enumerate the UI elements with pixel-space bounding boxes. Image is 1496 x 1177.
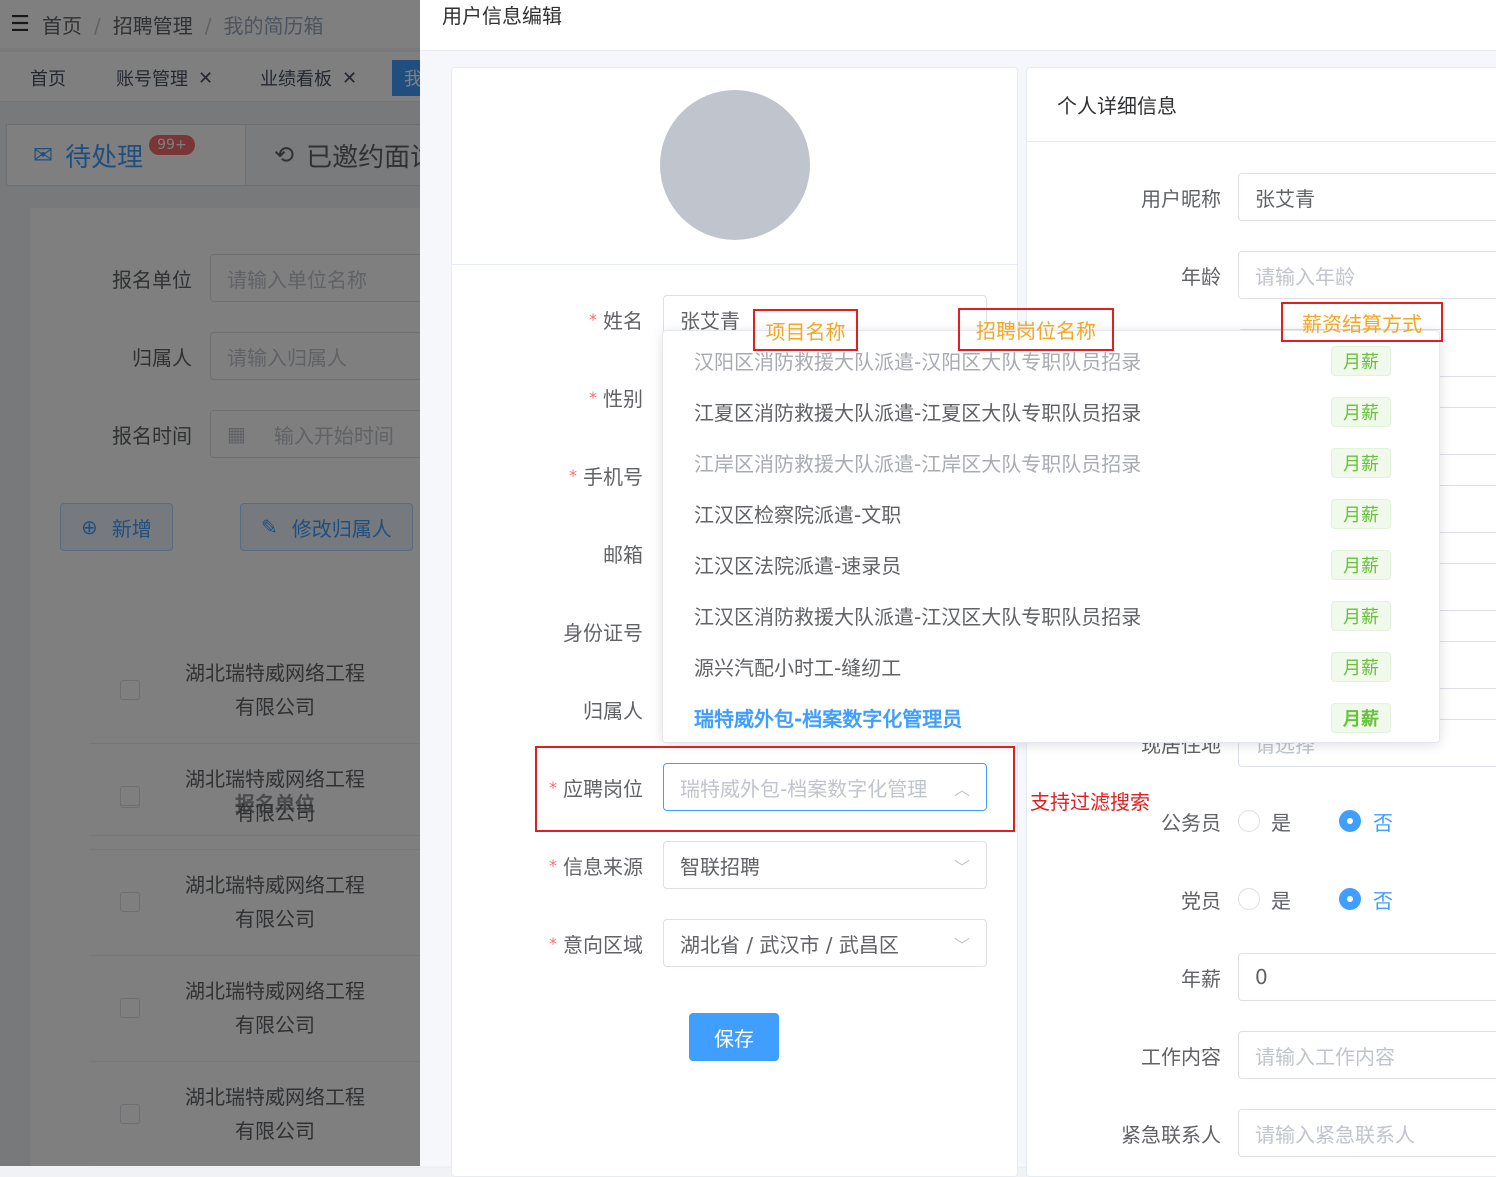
civil-yes-radio[interactable] xyxy=(1238,810,1260,832)
save-button[interactable]: 保存 xyxy=(689,1013,779,1061)
region-row: * 意向区域 湖北省 / 武汉市 / 武昌区 ﹀ xyxy=(452,919,1017,967)
divider xyxy=(1027,141,1496,142)
nickname-row: 用户昵称 张艾青 xyxy=(1027,173,1496,221)
party-member-row: 党员 是 否 xyxy=(1181,888,1393,913)
party-yes-radio[interactable] xyxy=(1238,888,1260,910)
salary-tag: 月薪 xyxy=(1331,499,1391,529)
dropdown-option[interactable]: 江岸区消防救援大队派遣-江岸区大队专职队员招录 月薪 xyxy=(663,437,1439,488)
salary-tag: 月薪 xyxy=(1331,448,1391,478)
salary-tag: 月薪 xyxy=(1331,703,1391,733)
region-cascader[interactable]: 湖北省 / 武汉市 / 武昌区 ﹀ xyxy=(663,919,987,967)
dropdown-option[interactable]: 江夏区消防救援大队派遣-江夏区大队专职队员招录 月薪 xyxy=(663,386,1439,437)
dropdown-option-selected[interactable]: 瑞特威外包-档案数字化管理员 月薪 xyxy=(663,692,1439,743)
divider xyxy=(452,264,1017,265)
annotation-position-name: 招聘岗位名称 xyxy=(958,308,1114,351)
annotation-project-name: 项目名称 xyxy=(753,309,858,351)
party-no-radio[interactable] xyxy=(1339,888,1361,910)
annotation-filter-search: 支持过滤搜索 xyxy=(1030,790,1150,814)
work-content-input[interactable]: 请输入工作内容 xyxy=(1238,1031,1496,1079)
dropdown-option[interactable]: 源兴汽配小时工-缝纫工 月薪 xyxy=(663,641,1439,692)
salary-tag: 月薪 xyxy=(1331,601,1391,631)
salary-row: 年薪 0 xyxy=(1027,953,1496,1001)
age-input[interactable]: 请输入年龄 xyxy=(1238,251,1496,299)
salary-tag: 月薪 xyxy=(1331,652,1391,682)
dropdown-option[interactable]: 江汉区法院派遣-速录员 月薪 xyxy=(663,539,1439,590)
emergency-contact-input[interactable]: 请输入紧急联系人 xyxy=(1238,1109,1496,1157)
card-title: 个人详细信息 xyxy=(1057,94,1177,118)
nickname-input[interactable]: 张艾青 xyxy=(1238,173,1496,221)
annotation-salary-method: 薪资结算方式 xyxy=(1281,302,1443,342)
drawer-title: 用户信息编辑 xyxy=(442,4,562,28)
salary-tag: 月薪 xyxy=(1331,550,1391,580)
civil-no-radio[interactable] xyxy=(1339,810,1361,832)
work-content-row: 工作内容 请输入工作内容 xyxy=(1027,1031,1496,1079)
dropdown-option[interactable]: 江汉区检察院派遣-文职 月薪 xyxy=(663,488,1439,539)
salary-tag: 月薪 xyxy=(1331,346,1391,376)
chevron-down-icon: ﹀ xyxy=(953,936,970,955)
salary-input[interactable]: 0 xyxy=(1238,953,1496,1001)
source-select[interactable]: 智联招聘 ﹀ xyxy=(663,841,987,889)
salary-tag: 月薪 xyxy=(1331,397,1391,427)
annotation-position-highlight xyxy=(535,746,1015,832)
position-dropdown: 汉阳区消防救援大队派遣-汉阳区大队专职队员招录 月薪 江夏区消防救援大队派遣-江… xyxy=(662,330,1440,743)
avatar[interactable] xyxy=(660,90,810,240)
dropdown-option[interactable]: 江汉区消防救援大队派遣-江汉区大队专职队员招录 月薪 xyxy=(663,590,1439,641)
emergency-contact-row: 紧急联系人 请输入紧急联系人 xyxy=(1027,1109,1496,1157)
source-row: * 信息来源 智联招聘 ﹀ xyxy=(452,841,1017,889)
chevron-down-icon: ﹀ xyxy=(953,858,970,877)
age-row: 年龄 请输入年龄 xyxy=(1027,251,1496,299)
